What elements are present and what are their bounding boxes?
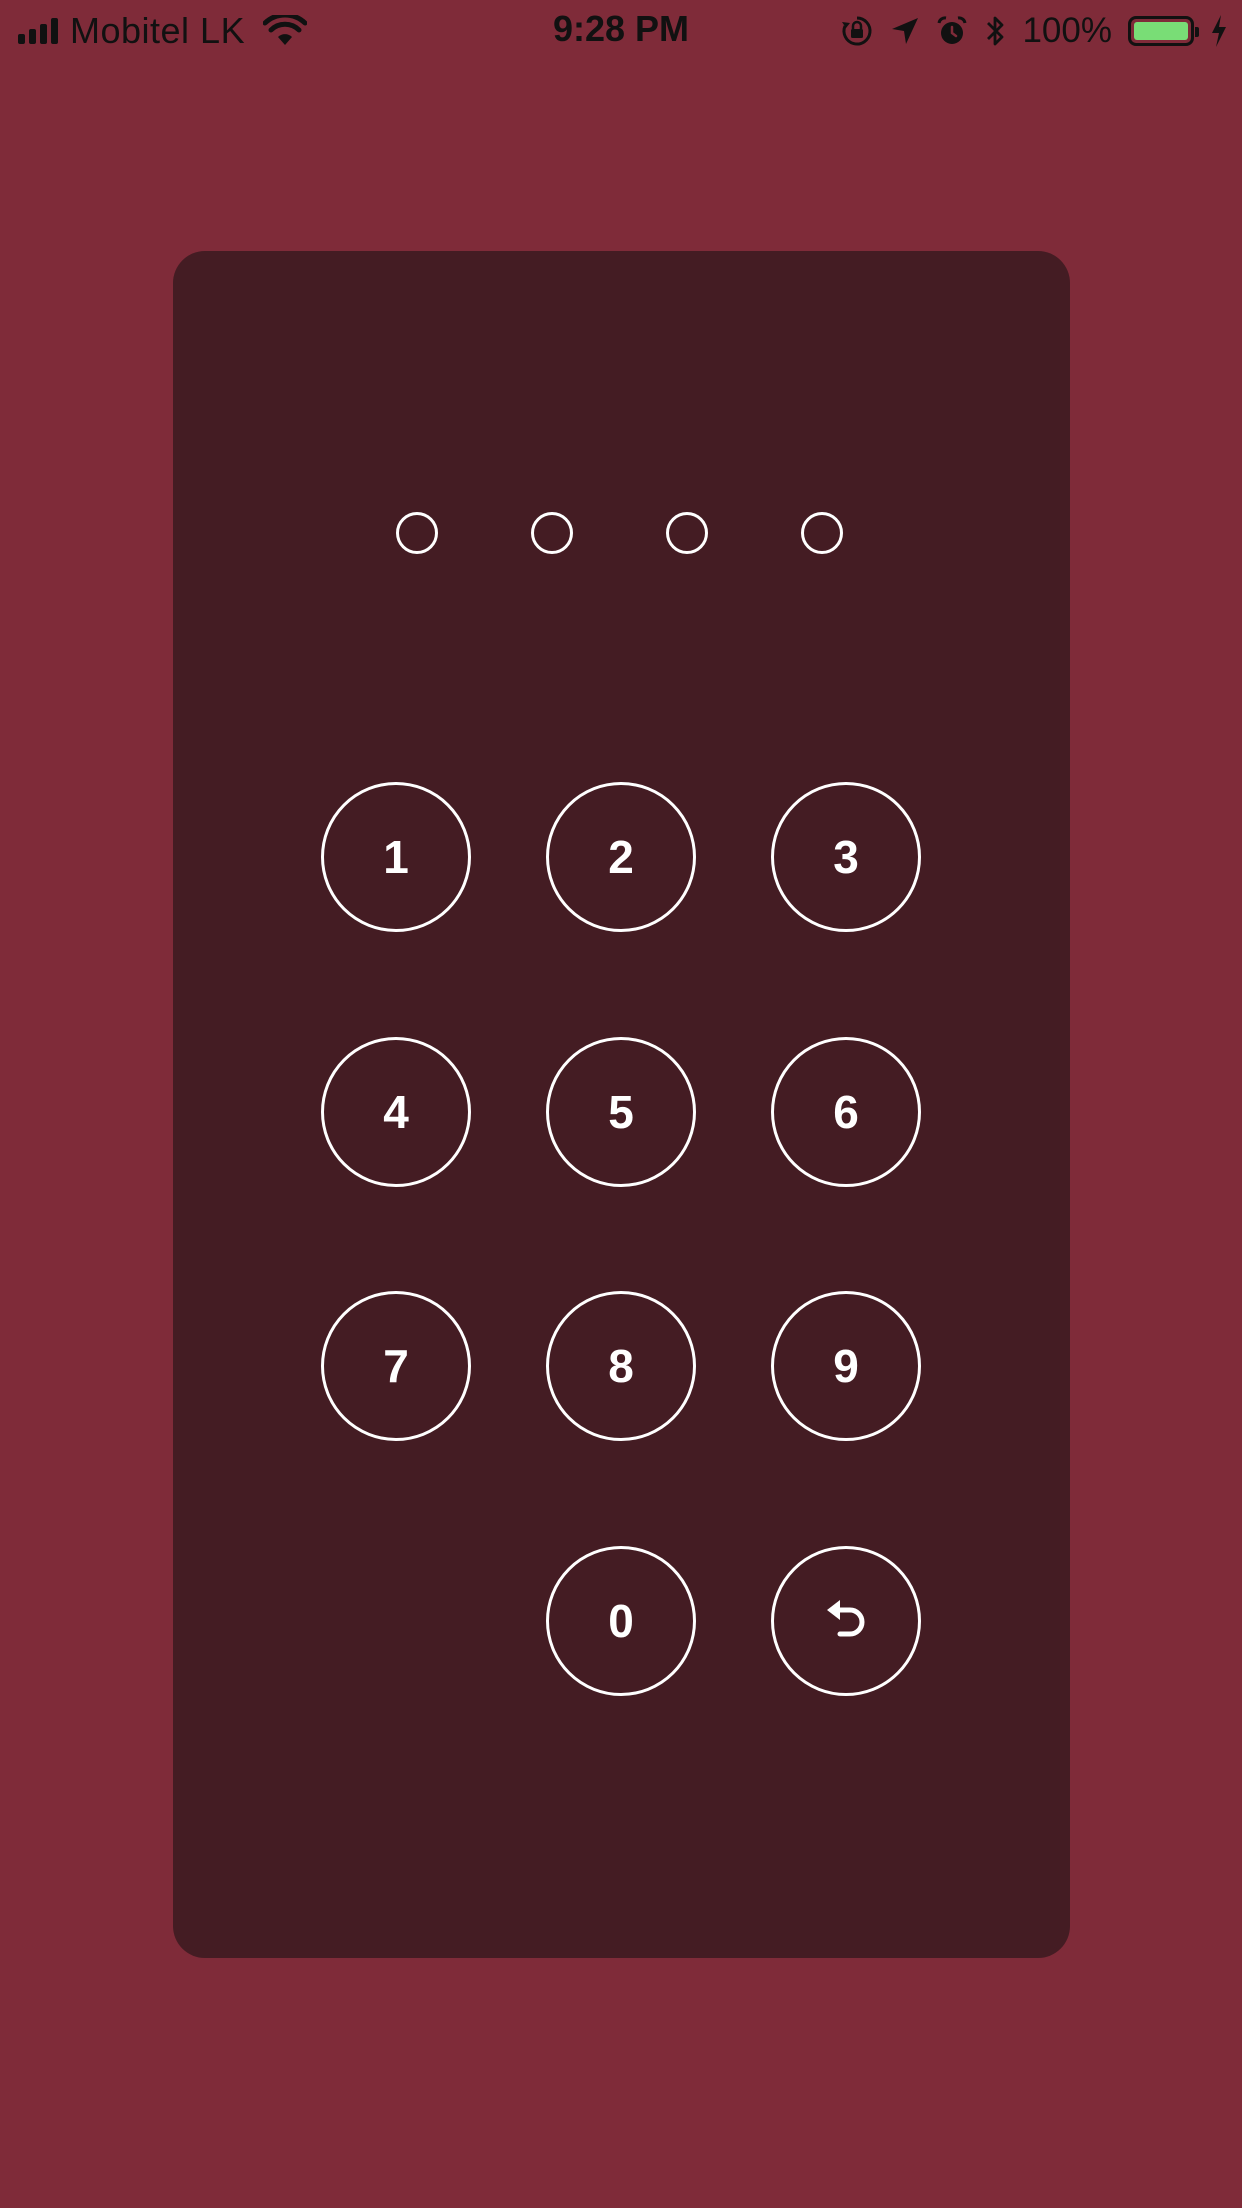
keypad-key-1[interactable]: 1 (321, 782, 471, 932)
passcode-dot-2 (531, 512, 573, 554)
keypad-key-3[interactable]: 3 (771, 782, 921, 932)
keypad-key-9[interactable]: 9 (771, 1291, 921, 1441)
location-icon (892, 18, 919, 44)
key-label: 5 (608, 1086, 634, 1138)
key-label: 3 (833, 831, 859, 883)
passcode-dot-3 (666, 512, 708, 554)
key-label: 0 (608, 1595, 634, 1647)
keypad-key-6[interactable]: 6 (771, 1037, 921, 1187)
keypad-key-7[interactable]: 7 (321, 1291, 471, 1441)
rotation-lock-icon (842, 16, 872, 46)
key-label: 6 (833, 1086, 859, 1138)
back-button[interactable] (771, 1546, 921, 1696)
status-bar: Mobitel LK 9:28 PM 100% (0, 0, 1242, 60)
keypad-key-0[interactable]: 0 (546, 1546, 696, 1696)
key-label: 1 (383, 831, 409, 883)
key-label: 7 (383, 1340, 409, 1392)
key-label: 9 (833, 1340, 859, 1392)
undo-arrow-icon (827, 1600, 865, 1637)
battery-percent: 100% (1022, 11, 1112, 50)
battery-icon (1128, 16, 1199, 46)
passcode-dot-1 (396, 512, 438, 554)
key-label: 2 (608, 831, 634, 883)
key-label: 4 (383, 1086, 409, 1138)
keypad-key-4[interactable]: 4 (321, 1037, 471, 1187)
charging-icon (1212, 15, 1226, 47)
key-label: 8 (608, 1340, 634, 1392)
keypad-key-8[interactable]: 8 (546, 1291, 696, 1441)
alarm-icon (937, 16, 967, 44)
passcode-dot-4 (801, 512, 843, 554)
bluetooth-icon (987, 16, 1004, 46)
passcode-card: 1 2 3 4 5 6 7 8 9 0 (173, 251, 1070, 1958)
status-right: 100% (840, 10, 1228, 52)
keypad-key-5[interactable]: 5 (546, 1037, 696, 1187)
keypad-key-2[interactable]: 2 (546, 782, 696, 932)
